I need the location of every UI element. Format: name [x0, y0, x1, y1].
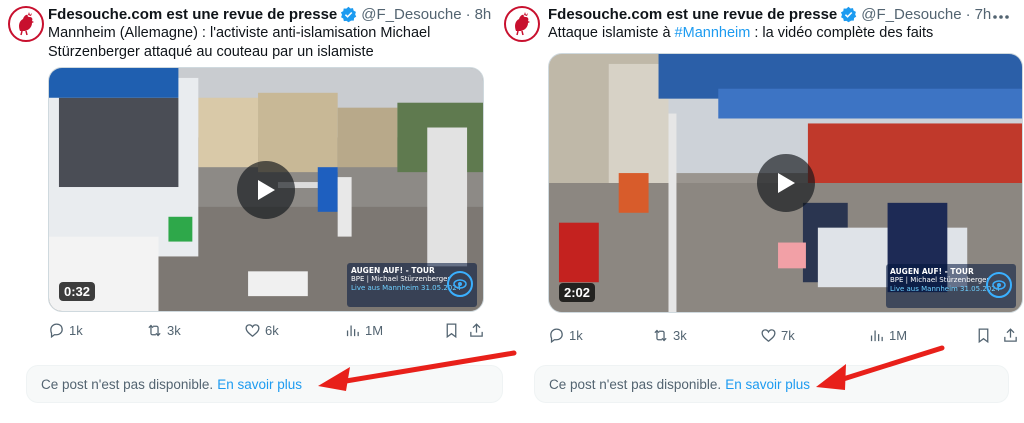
bookmark-icon: [978, 328, 989, 344]
bookmark-button[interactable]: [443, 322, 460, 339]
tweet-card-1[interactable]: Fdesouche.com est une revue de presse @F…: [0, 0, 512, 423]
hashtag-link[interactable]: #Mannheim: [675, 25, 751, 41]
tweet-text: Mannheim (Allemagne) : l'activiste anti-…: [48, 25, 431, 60]
reply-icon: [50, 323, 63, 339]
views-count: 1M: [889, 328, 908, 343]
reply-count: 1k: [569, 328, 583, 343]
reply-count: 1k: [69, 323, 83, 338]
video-duration: 2:02: [559, 283, 596, 302]
verified-badge-icon: [840, 6, 857, 23]
reply-button[interactable]: 1k: [548, 327, 583, 344]
repost-button[interactable]: 3k: [146, 322, 181, 339]
eye-logo-icon: [986, 272, 1012, 298]
tweet-text-start: Attaque islamiste à: [548, 25, 675, 41]
author-name[interactable]: Fdesouche.com est une revue de presse: [548, 6, 837, 23]
views-count: 1M: [365, 323, 384, 338]
unavailable-notice: Ce post n'est pas disponible. En savoir …: [26, 365, 503, 403]
separator-dot: ·: [465, 5, 471, 23]
repost-icon: [654, 329, 667, 342]
bookmark-button[interactable]: [975, 327, 992, 344]
reply-button[interactable]: 1k: [48, 322, 83, 339]
video-watermark: AUGEN AUF! - TOUR BPE | Michael Stürzenb…: [347, 263, 477, 307]
author-handle[interactable]: @F_Desouche: [861, 6, 961, 23]
share-icon: [1004, 328, 1017, 342]
play-icon: [777, 173, 795, 193]
like-icon: [245, 324, 260, 337]
views-icon: [346, 325, 359, 337]
tweet-text: Attaque islamiste à #Mannheim : la vidéo…: [548, 24, 998, 43]
timestamp[interactable]: 8h: [475, 6, 492, 23]
author-handle[interactable]: @F_Desouche: [361, 6, 461, 23]
video-player[interactable]: 2:02 AUGEN AUF! - TOUR BPE | Michael Stü…: [548, 53, 1023, 313]
repost-count: 3k: [167, 323, 181, 338]
reply-icon: [550, 328, 563, 344]
verified-badge-icon: [340, 6, 357, 23]
share-button[interactable]: [1002, 327, 1019, 344]
tweet-text-end: : la vidéo complète des faits: [750, 25, 934, 41]
play-button[interactable]: [237, 160, 295, 219]
like-count: 7k: [781, 328, 795, 343]
author-name[interactable]: Fdesouche.com est une revue de presse: [48, 6, 337, 23]
video-player[interactable]: 0:32 AUGEN AUF! - TOUR BPE | Michael Stü…: [48, 67, 484, 312]
learn-more-link[interactable]: En savoir plus: [725, 377, 810, 392]
rooster-logo-icon: [515, 12, 530, 36]
timestamp[interactable]: 7h: [975, 6, 992, 23]
like-icon: [761, 329, 776, 342]
more-icon: [993, 15, 1009, 19]
bookmark-icon: [446, 323, 457, 339]
tweet-header: Fdesouche.com est une revue de presse @F…: [548, 4, 991, 24]
video-watermark: AUGEN AUF! - TOUR BPE | Michael Stürzenb…: [886, 264, 1016, 308]
like-count: 6k: [265, 323, 279, 338]
play-icon: [258, 179, 275, 200]
separator-dot: ·: [965, 5, 971, 23]
eye-logo-icon: [447, 271, 473, 297]
views-button[interactable]: 1M: [868, 327, 907, 344]
play-button[interactable]: [756, 154, 815, 212]
repost-button[interactable]: 3k: [652, 327, 687, 344]
video-duration: 0:32: [59, 282, 96, 301]
tweet-header: Fdesouche.com est une revue de presse @F…: [48, 4, 491, 24]
unavailable-notice: Ce post n'est pas disponible. En savoir …: [534, 365, 1009, 403]
views-button[interactable]: 1M: [344, 322, 383, 339]
avatar[interactable]: [8, 6, 44, 42]
views-icon: [870, 330, 883, 342]
notice-text: Ce post n'est pas disponible.: [41, 376, 214, 392]
tweet-card-2[interactable]: Fdesouche.com est une revue de presse @F…: [504, 0, 1024, 423]
repost-count: 3k: [673, 328, 687, 343]
like-button[interactable]: 7k: [760, 327, 795, 344]
share-icon: [470, 323, 483, 337]
rooster-logo-icon: [19, 12, 34, 36]
action-bar: 1k 3k 6k 1M: [48, 322, 488, 342]
action-bar: 1k 3k 7k 1M: [548, 327, 1023, 347]
learn-more-link[interactable]: En savoir plus: [217, 377, 302, 392]
notice-text: Ce post n'est pas disponible.: [549, 376, 722, 392]
share-button[interactable]: [468, 322, 485, 339]
like-button[interactable]: 6k: [244, 322, 279, 339]
repost-icon: [148, 324, 161, 337]
avatar[interactable]: [504, 6, 540, 42]
